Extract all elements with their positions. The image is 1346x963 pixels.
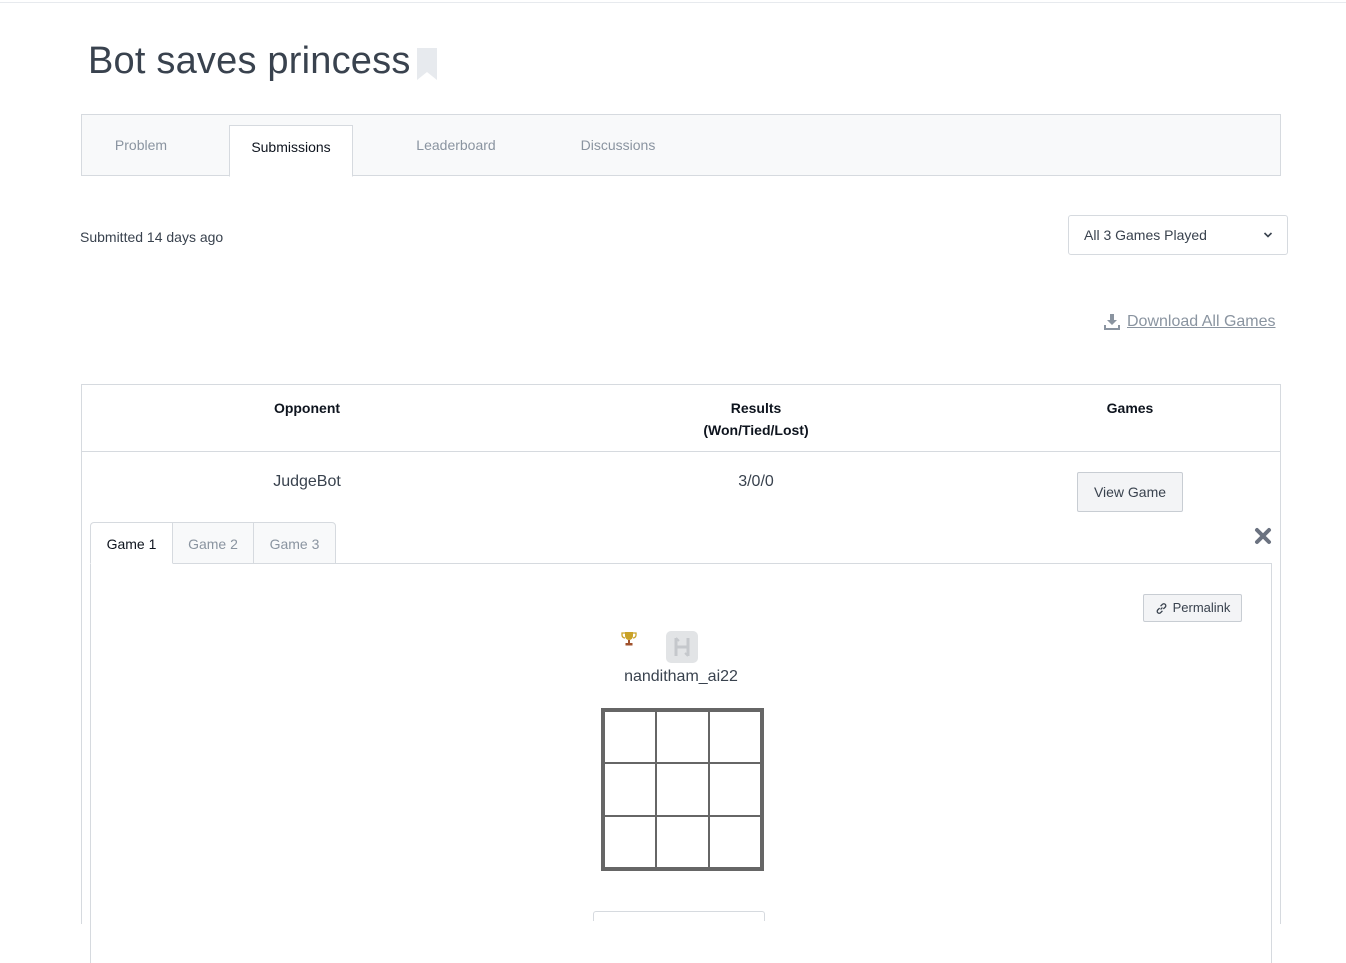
player-name: nanditham_ai22 <box>624 668 738 685</box>
board-cell <box>604 711 657 764</box>
page-title: Bot saves princess <box>88 40 411 82</box>
top-divider <box>0 2 1346 3</box>
table-header-divider <box>82 451 1280 452</box>
game-panel: Permalink nanditham_ai22 <box>90 563 1272 963</box>
results-cell: 3/0/0 <box>738 473 774 490</box>
tab-leaderboard[interactable]: Leaderboard <box>400 115 512 176</box>
download-icon <box>1104 314 1120 330</box>
opponent-cell: JudgeBot <box>273 473 341 490</box>
hackerrank-logo-icon <box>666 631 698 663</box>
tab-game-3[interactable]: Game 3 <box>253 522 336 564</box>
header-games: Games <box>1106 400 1154 416</box>
board-cell <box>604 815 657 868</box>
header-opponent: Opponent <box>273 400 341 416</box>
tab-game-2[interactable]: Game 2 <box>172 522 254 564</box>
close-icon[interactable] <box>1254 527 1272 545</box>
games-filter-select[interactable]: All 3 Games Played <box>1068 215 1288 255</box>
view-game-button[interactable]: View Game <box>1077 472 1183 512</box>
bookmark-icon[interactable] <box>417 48 437 80</box>
board-cell <box>656 763 709 816</box>
download-all-games-link[interactable]: Download All Games <box>1103 312 1276 332</box>
header-results-line1: Results <box>730 400 782 416</box>
board-cell <box>708 763 761 816</box>
results-table: Opponent Results (Won/Tied/Lost) Games J… <box>81 384 1281 963</box>
header-results: Results (Won/Tied/Lost) <box>656 397 856 441</box>
chevron-down-icon <box>1263 232 1273 238</box>
permalink-label: Permalink <box>1172 600 1231 615</box>
board-cell <box>656 815 709 868</box>
download-label: Download All Games <box>1127 313 1276 330</box>
link-icon <box>1156 602 1166 614</box>
trophy-icon <box>621 632 637 646</box>
board-cell <box>708 815 761 868</box>
tab-problem[interactable]: Problem <box>98 115 184 176</box>
problem-tabs: Problem Submissions Leaderboard Discussi… <box>81 114 1281 177</box>
submitted-time: Submitted 14 days ago <box>80 229 224 245</box>
board-cell <box>604 763 657 816</box>
board-cell <box>708 711 761 764</box>
tab-discussions[interactable]: Discussions <box>564 115 672 176</box>
permalink-button[interactable]: Permalink <box>1143 594 1242 622</box>
tab-submissions[interactable]: Submissions <box>229 125 353 177</box>
tab-game-1[interactable]: Game 1 <box>90 522 173 564</box>
header-results-line2: (Won/Tied/Lost) <box>703 422 809 438</box>
board-cell <box>656 711 709 764</box>
games-filter-value: All 3 Games Played <box>1084 227 1207 243</box>
game-board <box>601 708 764 871</box>
